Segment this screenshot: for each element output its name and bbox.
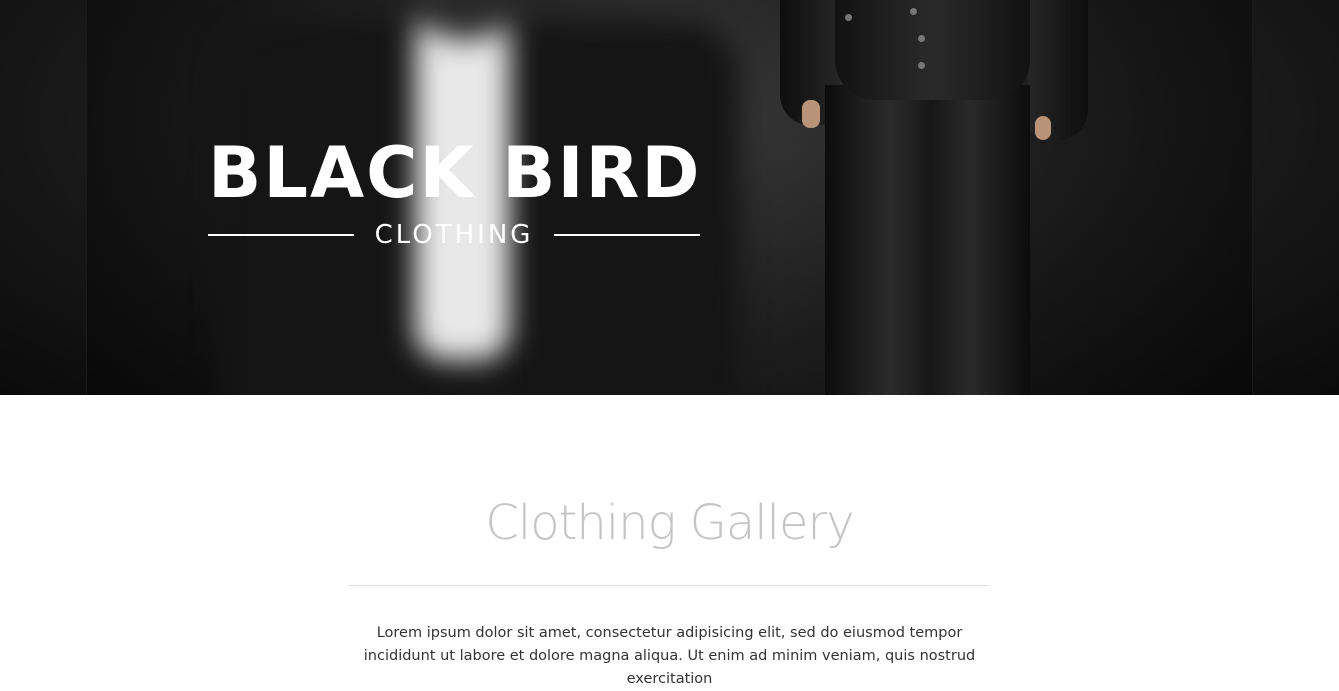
brand-subtitle-row: CLOTHING xyxy=(208,220,700,250)
gallery-divider xyxy=(349,585,989,586)
brand-subtitle: CLOTHING xyxy=(374,220,534,250)
brand-title: BLACK BIRD xyxy=(208,132,702,214)
hero-model-image xyxy=(780,0,1100,395)
brand-divider-left xyxy=(208,234,354,236)
gallery-section: Clothing Gallery Lorem ipsum dolor sit a… xyxy=(0,395,1339,687)
brand-divider-right xyxy=(554,234,700,236)
gallery-title: Clothing Gallery xyxy=(485,495,854,551)
brand-logo[interactable]: BLACK BIRD CLOTHING xyxy=(208,132,700,250)
gallery-description: Lorem ipsum dolor sit amet, consectetur … xyxy=(363,625,976,687)
hero-banner: BLACK BIRD CLOTHING xyxy=(0,0,1339,395)
